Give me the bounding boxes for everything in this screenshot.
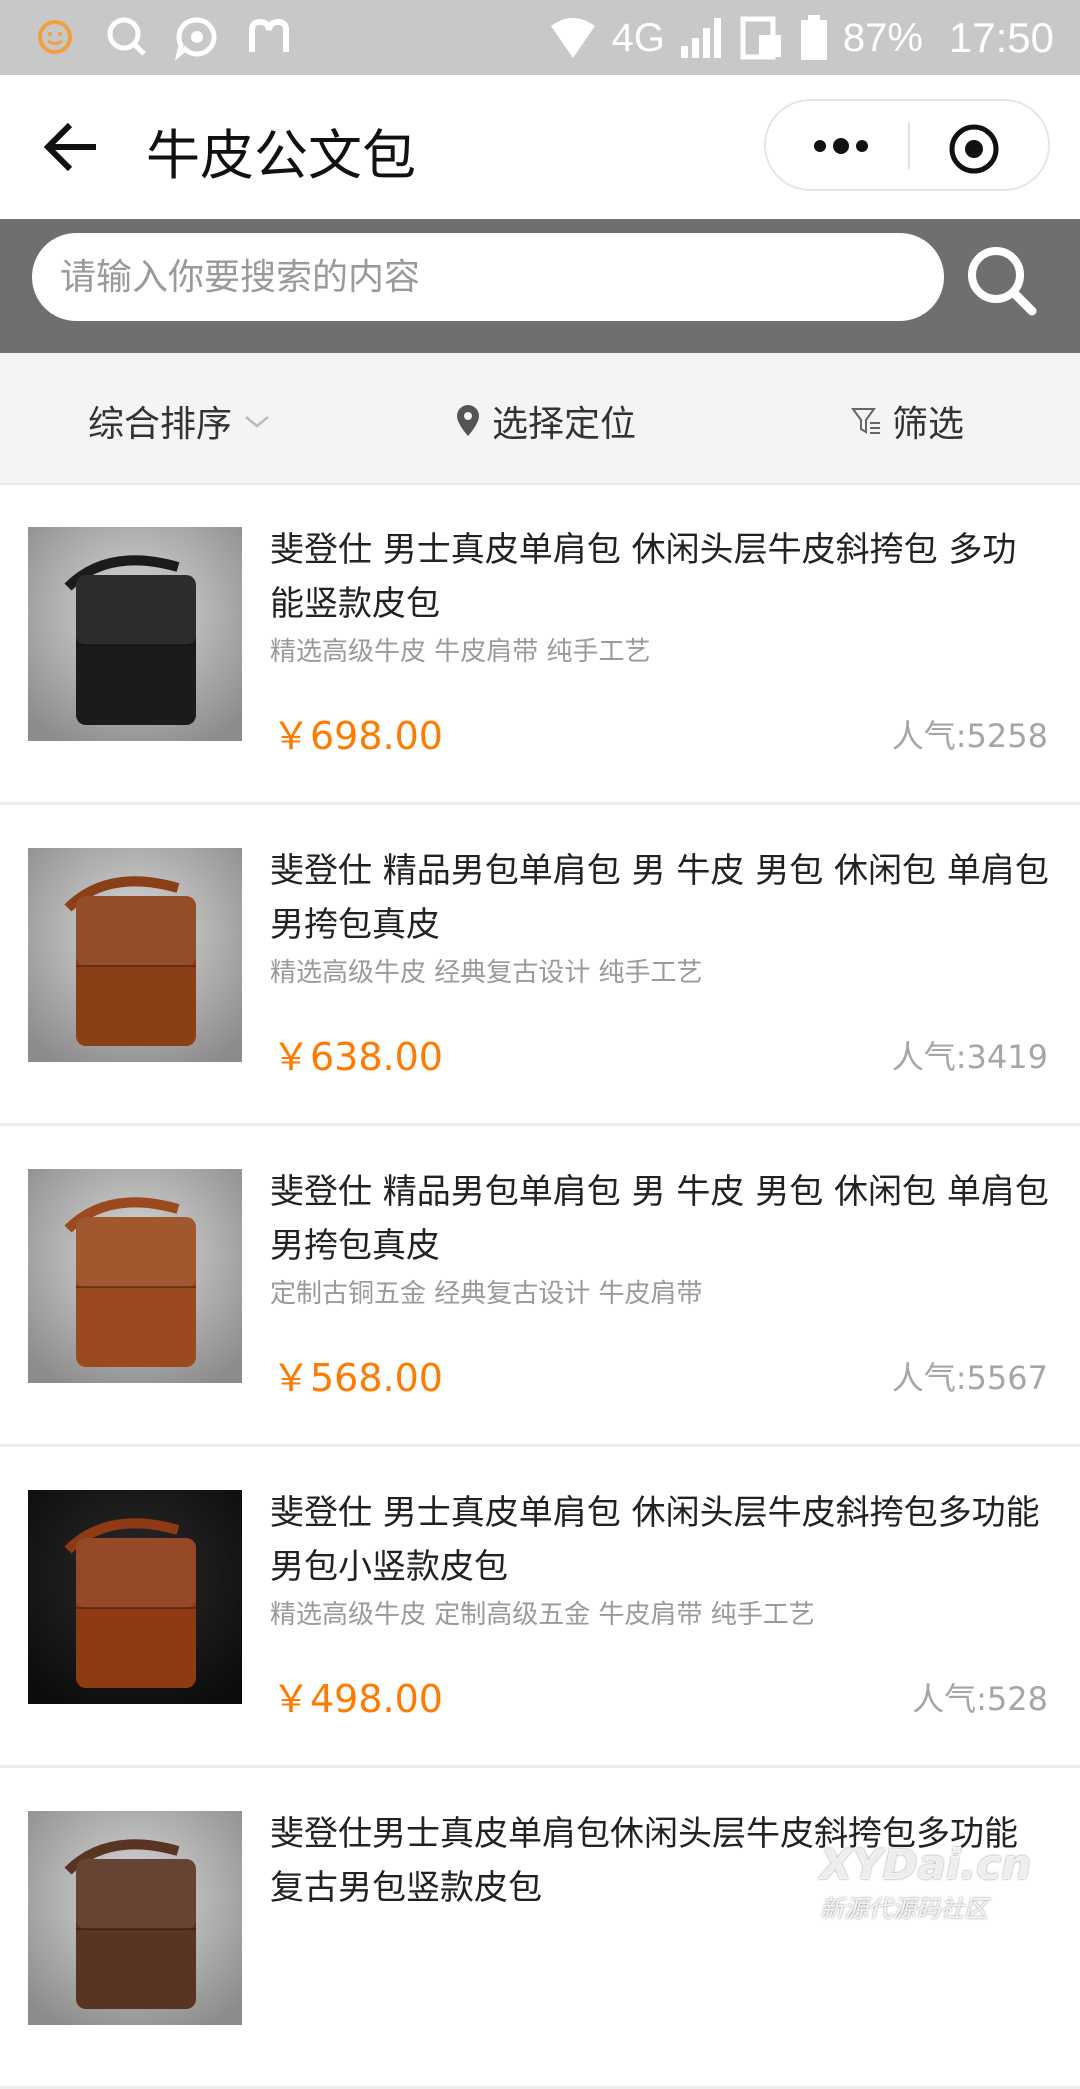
product-title[interactable]: 斐登仕 男士真皮单肩包 休闲头层牛皮斜挎包 多功能竖款皮包 (270, 523, 1050, 631)
emoji-notification-icon (38, 20, 72, 54)
page-title: 牛皮公文包 (146, 124, 416, 187)
watermark: XYDai.cn 新源代源码社区 (820, 1840, 1060, 1923)
sim-card-icon (740, 16, 781, 60)
product-item[interactable]: 斐登仕 精品男包单肩包 男 牛皮 男包 休闲包 单肩包 男挎包真皮精选高级牛皮 … (0, 806, 1080, 1126)
location-pin-icon (457, 405, 479, 436)
product-image[interactable] (28, 527, 242, 741)
battery-icon (800, 15, 827, 60)
product-price: ￥698.00 (272, 714, 443, 758)
mini-program-capsule (764, 99, 1050, 191)
watermark-subtitle: 新源代源码社区 (820, 1895, 988, 1923)
chevron-down-icon (245, 416, 269, 428)
watermark-logo: XYDai.cn (820, 1840, 1032, 1889)
product-price: ￥568.00 (272, 1356, 443, 1400)
filter-bar: 综合排序 选择定位 筛选 (0, 353, 1080, 485)
product-title[interactable]: 斐登仕 男士真皮单肩包 休闲头层牛皮斜挎包多功能男包小竖款皮包 (270, 1486, 1050, 1594)
product-tags: 精选高级牛皮 定制高级五金 牛皮肩带 纯手工艺 (270, 1600, 815, 1630)
product-price: ￥498.00 (272, 1677, 443, 1721)
product-image[interactable] (28, 1490, 242, 1704)
sort-label: 综合排序 (88, 404, 233, 445)
location-selector[interactable]: 选择定位 (454, 395, 636, 447)
location-label: 选择定位 (492, 404, 637, 445)
network-type: 4G (611, 15, 665, 60)
wifi-icon (551, 18, 596, 58)
chat-notification-icon (174, 17, 217, 61)
back-arrow-icon[interactable] (40, 115, 104, 179)
navigation-bar: 牛皮公文包 (0, 75, 1080, 219)
signal-icon (680, 18, 721, 58)
status-bar: 4G 87% 17:50 (0, 0, 1080, 75)
product-title[interactable]: 斐登仕 精品男包单肩包 男 牛皮 男包 休闲包 单肩包 男挎包真皮 (270, 1165, 1050, 1273)
sort-dropdown[interactable]: 综合排序 (88, 395, 272, 447)
search-icon[interactable] (960, 239, 1044, 323)
product-image[interactable] (28, 848, 242, 1062)
close-mini-program-icon[interactable] (946, 121, 1002, 177)
filter-button[interactable]: 筛选 (850, 395, 964, 447)
product-item[interactable]: 斐登仕 精品男包单肩包 男 牛皮 男包 休闲包 单肩包 男挎包真皮定制古铜五金 … (0, 1127, 1080, 1447)
product-image[interactable] (28, 1811, 242, 2025)
search-input[interactable] (32, 233, 944, 321)
search-notification-icon (107, 17, 146, 56)
m-app-notification-icon (249, 18, 289, 52)
product-tags: 定制古铜五金 经典复古设计 牛皮肩带 (270, 1279, 703, 1309)
product-item[interactable]: 斐登仕 男士真皮单肩包 休闲头层牛皮斜挎包 多功能竖款皮包精选高级牛皮 牛皮肩带… (0, 485, 1080, 805)
funnel-icon (851, 408, 880, 434)
product-price: ￥638.00 (272, 1035, 443, 1079)
product-tags: 精选高级牛皮 经典复古设计 纯手工艺 (270, 958, 703, 988)
clock: 17:50 (948, 14, 1054, 61)
filter-label: 筛选 (892, 404, 965, 445)
product-tags: 精选高级牛皮 牛皮肩带 纯手工艺 (270, 637, 651, 667)
product-item[interactable]: 斐登仕男士真皮单肩包休闲头层牛皮斜挎包多功能复古男包竖款皮包 (0, 1769, 1080, 2089)
product-popularity: 人气:528 (912, 1680, 1048, 1718)
search-bar (0, 219, 1080, 353)
product-popularity: 人气:3419 (891, 1038, 1048, 1076)
product-title[interactable]: 斐登仕 精品男包单肩包 男 牛皮 男包 休闲包 单肩包 男挎包真皮 (270, 844, 1050, 952)
more-options-icon[interactable] (786, 119, 896, 173)
product-image[interactable] (28, 1169, 242, 1383)
product-popularity: 人气:5258 (891, 717, 1048, 755)
battery-level: 87% (842, 15, 923, 60)
capsule-divider (908, 123, 910, 169)
product-item[interactable]: 斐登仕 男士真皮单肩包 休闲头层牛皮斜挎包多功能男包小竖款皮包精选高级牛皮 定制… (0, 1448, 1080, 1768)
product-popularity: 人气:5567 (891, 1359, 1048, 1397)
